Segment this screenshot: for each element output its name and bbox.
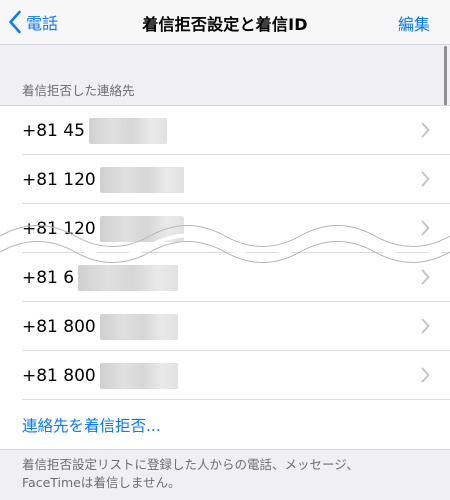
- blocked-contacts-list: +81 45 +81 120 +81 120 +81 6 +81 800 +81…: [0, 105, 450, 450]
- blocked-contact-row[interactable]: +81 800: [0, 351, 450, 400]
- phone-number: +81 6: [22, 267, 75, 288]
- chevron-right-icon: [421, 171, 430, 187]
- blocked-contact-row[interactable]: +81 120: [0, 155, 450, 204]
- chevron-right-icon: [421, 367, 430, 383]
- footer-note: 着信拒否設定リストに登録した人からの電話、メッセージ、 FaceTimeは着信し…: [22, 456, 432, 492]
- page-title: 着信拒否設定と着信ID: [142, 15, 308, 34]
- footer-line: 着信拒否設定リストに登録した人からの電話、メッセージ、: [22, 457, 359, 472]
- torn-edge-divider: [0, 225, 450, 263]
- redacted-number: [99, 362, 178, 389]
- add-blocked-contact-row: 連絡先を着信拒否...: [0, 400, 450, 449]
- phone-number: +81 45: [22, 120, 85, 141]
- block-contact-link[interactable]: 連絡先を着信拒否...: [22, 414, 161, 436]
- phone-number: +81 120: [22, 169, 96, 190]
- chevron-right-icon: [421, 269, 430, 285]
- redacted-number: [78, 264, 179, 291]
- section-header: 着信拒否した連絡先: [22, 83, 135, 98]
- redacted-number: [88, 117, 167, 144]
- redacted-number: [99, 166, 184, 193]
- redacted-number: [99, 313, 178, 340]
- blocked-contact-row[interactable]: +81 45: [0, 106, 450, 155]
- chevron-right-icon: [421, 122, 430, 138]
- blocked-contact-row[interactable]: +81 800: [0, 302, 450, 351]
- chevron-right-icon: [421, 318, 430, 334]
- phone-number: +81 800: [22, 365, 96, 386]
- navigation-bar: 電話 着信拒否設定と着信ID 編集: [0, 0, 450, 45]
- phone-number: +81 800: [22, 316, 96, 337]
- edit-button[interactable]: 編集: [398, 11, 430, 35]
- footer-line: FaceTimeは着信しません。: [22, 475, 181, 490]
